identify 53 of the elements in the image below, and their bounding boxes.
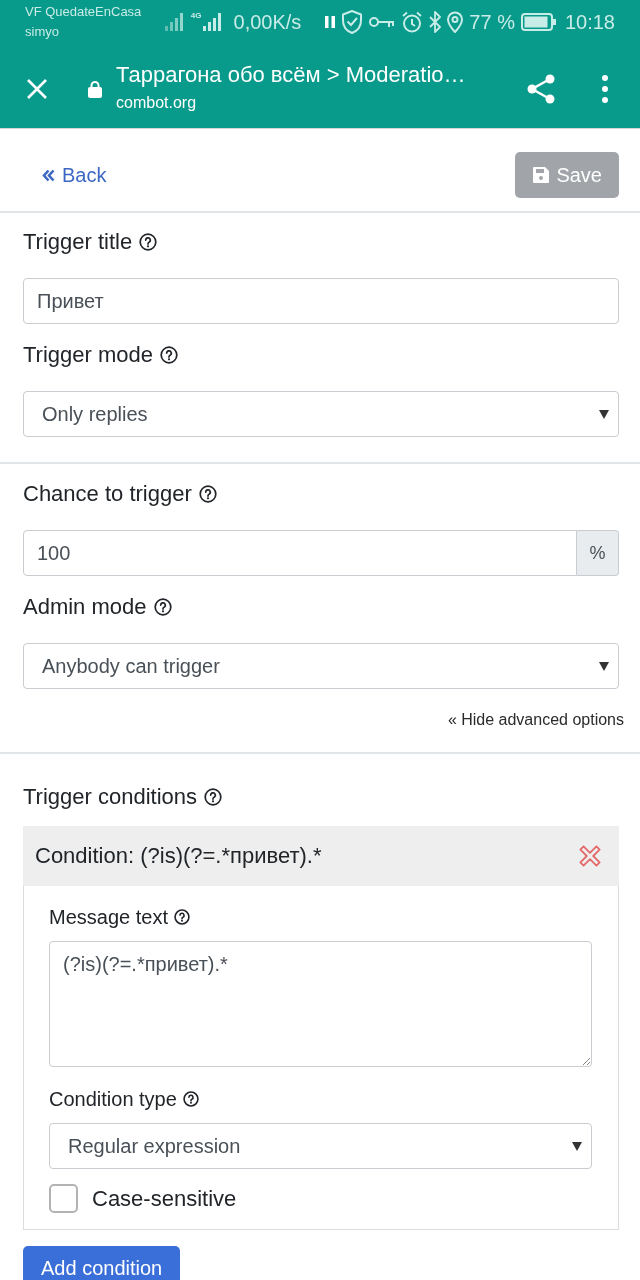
- textarea-field[interactable]: (?is)(?=.*привет).*: [49, 941, 592, 1067]
- pause-icon: [325, 16, 336, 28]
- share-icon[interactable]: [527, 74, 555, 104]
- checkbox[interactable]: [49, 1184, 78, 1213]
- battery-percent: 77 %: [469, 10, 515, 34]
- lock-icon: [88, 80, 102, 98]
- bluetooth-icon: [429, 11, 442, 33]
- caret-icon: [572, 1141, 582, 1151]
- select-dropdown[interactable]: Regular expression: [49, 1123, 592, 1169]
- field-label: Condition type: [49, 1087, 177, 1111]
- signal-icon: [164, 13, 185, 31]
- signal-icon: [202, 13, 223, 31]
- text-input[interactable]: Привет: [23, 278, 619, 324]
- back-link[interactable]: Back: [42, 163, 107, 187]
- help-icon[interactable]: [139, 233, 158, 251]
- chevrons-left-icon: [42, 168, 55, 182]
- field-label: Admin mode: [23, 594, 147, 620]
- field-label: Message text: [49, 905, 168, 929]
- field-label: Trigger title: [23, 229, 133, 255]
- resize-grip-icon: [582, 1057, 590, 1065]
- network-speed: 0,00K/s: [233, 10, 302, 34]
- select-dropdown[interactable]: Anybody can trigger: [23, 643, 619, 689]
- help-icon[interactable]: [198, 485, 217, 503]
- shield-check-icon: [341, 10, 364, 34]
- checkbox-label: Case-sensitive: [92, 1185, 237, 1212]
- hide-options-link[interactable]: « Hide advanced options: [447, 710, 624, 730]
- help-icon[interactable]: [153, 598, 172, 616]
- select-dropdown[interactable]: Only replies: [23, 391, 619, 437]
- network-type-label: 4G: [190, 11, 202, 20]
- page-url: combot.org: [116, 92, 197, 113]
- condition-title: Condition: (?is)(?=.*привет).*: [35, 843, 322, 869]
- number-input[interactable]: 100: [23, 530, 577, 576]
- page-title: Таррагона обо всём > Moderatio…: [116, 61, 466, 88]
- field-label: Trigger mode: [23, 342, 153, 368]
- carrier-name: VF QuedateEnCasa: [25, 3, 142, 21]
- help-icon[interactable]: [182, 1091, 199, 1107]
- close-icon[interactable]: [579, 845, 601, 867]
- help-icon[interactable]: [173, 909, 190, 925]
- help-icon[interactable]: [204, 788, 223, 806]
- clock-time: 10:18: [564, 10, 615, 34]
- help-icon[interactable]: [160, 346, 178, 364]
- section-label: Trigger conditions: [23, 784, 198, 810]
- caret-icon: [599, 409, 609, 419]
- caret-icon: [599, 661, 609, 671]
- battery-icon: [520, 13, 557, 31]
- more-options-icon[interactable]: [602, 75, 608, 103]
- carrier-name: simyo: [25, 23, 59, 41]
- field-label: Chance to trigger: [23, 481, 192, 507]
- input-addon: %: [577, 530, 619, 576]
- key-icon: [369, 16, 396, 28]
- add-condition-button[interactable]: Add condition: [23, 1246, 181, 1280]
- location-pin-icon: [447, 11, 464, 33]
- alarm-clock-icon: [401, 11, 424, 33]
